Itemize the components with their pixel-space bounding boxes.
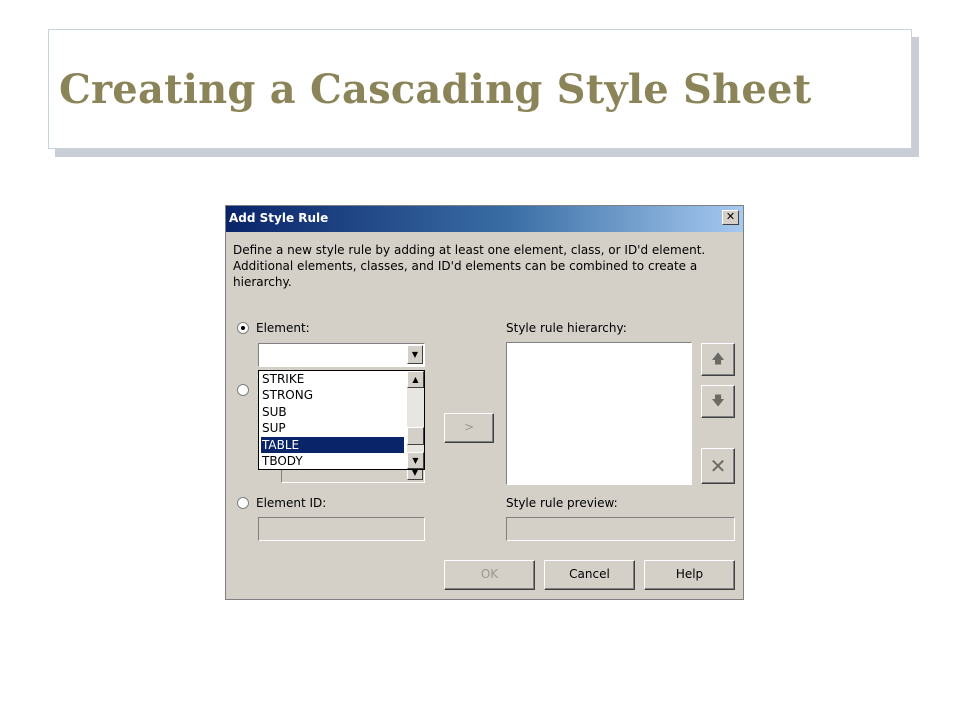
- dropdown-scrollbar[interactable]: ▲ ▼: [407, 371, 424, 469]
- list-item[interactable]: SUP: [261, 420, 404, 436]
- add-style-rule-dialog: Add Style Rule ✕ Define a new style rule…: [225, 205, 744, 600]
- element-id-label: Element ID:: [256, 496, 327, 510]
- move-up-button[interactable]: 🡅: [701, 343, 735, 376]
- triangle-up-icon: ▲: [412, 375, 419, 384]
- triangle-down-icon: ▼: [412, 456, 419, 465]
- close-icon: ✕: [725, 210, 736, 223]
- scroll-up-button[interactable]: ▲: [407, 371, 424, 388]
- cancel-button-label: Cancel: [569, 567, 610, 581]
- scroll-thumb[interactable]: [407, 427, 424, 445]
- ok-button[interactable]: OK: [444, 560, 535, 590]
- arrow-up-icon: 🡅: [711, 352, 725, 367]
- element-label: Element:: [256, 321, 310, 335]
- ok-button-label: OK: [480, 567, 499, 581]
- scroll-down-button[interactable]: ▼: [407, 452, 424, 469]
- move-down-button[interactable]: 🡇: [701, 385, 735, 418]
- delete-icon: ✕: [709, 454, 727, 478]
- dialog-titlebar[interactable]: Add Style Rule ✕: [226, 206, 743, 232]
- element-dropdown-list[interactable]: STRIKE STRONG SUB SUP TABLE TBODY ▲ ▼: [258, 370, 425, 470]
- title-box: Creating a Cascading Style Sheet: [48, 29, 912, 149]
- delete-button[interactable]: ✕: [701, 448, 735, 484]
- list-item[interactable]: STRIKE: [261, 371, 404, 387]
- slide-title: Creating a Cascading Style Sheet: [59, 66, 812, 113]
- list-item[interactable]: SUB: [261, 404, 404, 420]
- dialog-title: Add Style Rule: [229, 211, 329, 225]
- close-button[interactable]: ✕: [722, 210, 739, 225]
- element-id-field[interactable]: [258, 517, 425, 541]
- list-item[interactable]: TBODY: [261, 453, 404, 469]
- preview-label: Style rule preview:: [506, 496, 618, 510]
- cancel-button[interactable]: Cancel: [544, 560, 635, 590]
- arrow-down-icon: 🡇: [711, 394, 725, 409]
- add-to-hierarchy-button[interactable]: >: [444, 413, 494, 443]
- help-button-label: Help: [675, 567, 704, 581]
- list-item[interactable]: STRONG: [261, 387, 404, 403]
- element-radio[interactable]: [237, 322, 249, 334]
- preview-field: [506, 517, 735, 541]
- help-button[interactable]: Help: [644, 560, 735, 590]
- chevron-down-icon: ▼: [411, 350, 419, 359]
- list-item-selected[interactable]: TABLE: [261, 437, 404, 453]
- combo-dropdown-button[interactable]: ▼: [407, 345, 423, 364]
- hierarchy-list[interactable]: [506, 342, 692, 485]
- add-button-label: >: [463, 420, 475, 434]
- class-radio[interactable]: [237, 384, 249, 396]
- element-combo[interactable]: ▼: [258, 343, 425, 367]
- dialog-description: Define a new style rule by adding at lea…: [233, 243, 706, 289]
- element-id-radio[interactable]: [237, 497, 249, 509]
- hierarchy-label: Style rule hierarchy:: [506, 321, 627, 335]
